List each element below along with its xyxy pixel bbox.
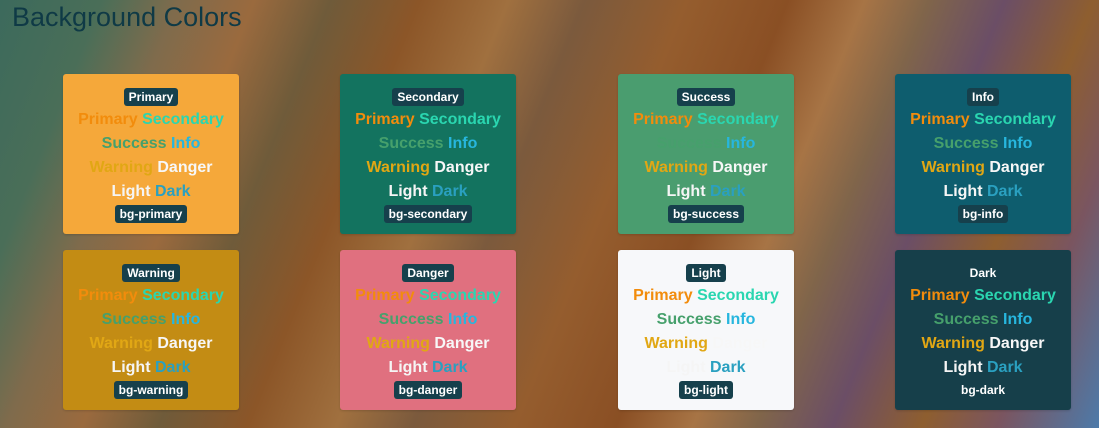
class-badge: bg-info: [957, 205, 1009, 223]
text-dark: Dark: [431, 359, 468, 376]
text-info: Info: [171, 135, 201, 152]
text-warning: Warning: [89, 159, 153, 176]
card-title-badge: Danger: [402, 264, 454, 282]
text-light: Light: [388, 183, 428, 200]
text-success: Success: [378, 311, 444, 328]
text-secondary: Secondary: [419, 111, 501, 128]
text-secondary: Secondary: [974, 287, 1056, 304]
text-danger: Danger: [157, 159, 213, 176]
text-success: Success: [101, 311, 167, 328]
class-badge: bg-danger: [393, 381, 463, 399]
text-primary: Primary: [78, 111, 138, 128]
text-success: Success: [101, 135, 167, 152]
text-dark: Dark: [986, 183, 1023, 200]
text-danger: Danger: [434, 159, 490, 176]
text-light: Light: [943, 183, 983, 200]
card-title-badge: Secondary: [392, 88, 464, 106]
class-badge: bg-secondary: [383, 205, 473, 223]
card-title-badge: Primary: [123, 88, 179, 106]
text-info: Info: [448, 311, 478, 328]
page-title: Background Colors: [12, 2, 242, 32]
text-success: Success: [656, 311, 722, 328]
text-light: Light: [388, 359, 428, 376]
card-danger: Danger Primary Secondary Success Info Wa…: [340, 250, 516, 410]
text-dark: Dark: [986, 359, 1023, 376]
text-success: Success: [933, 311, 999, 328]
text-info: Info: [448, 135, 478, 152]
card-title-badge: Light: [686, 264, 726, 282]
card-title-badge: Info: [967, 88, 999, 106]
text-warning: Warning: [644, 159, 708, 176]
text-dark: Dark: [154, 183, 191, 200]
text-primary: Primary: [910, 287, 970, 304]
text-secondary: Secondary: [697, 111, 779, 128]
text-info: Info: [171, 311, 201, 328]
text-dark: Dark: [431, 183, 468, 200]
text-danger: Danger: [989, 335, 1045, 352]
text-info: Info: [1003, 311, 1033, 328]
text-secondary: Secondary: [697, 287, 779, 304]
text-light: Light: [111, 359, 151, 376]
text-warning: Warning: [89, 335, 153, 352]
text-danger: Danger: [434, 335, 490, 352]
class-badge: bg-light: [679, 381, 733, 399]
text-primary: Primary: [78, 287, 138, 304]
text-danger: Danger: [712, 335, 768, 352]
card-warning: Warning Primary Secondary Success Info W…: [63, 250, 239, 410]
text-warning: Warning: [921, 159, 985, 176]
text-primary: Primary: [355, 111, 415, 128]
text-dark: Dark: [709, 359, 746, 376]
text-primary: Primary: [633, 111, 693, 128]
card-dark: Dark Primary Secondary Success Info Warn…: [895, 250, 1071, 410]
text-danger: Danger: [157, 335, 213, 352]
text-dark: Dark: [709, 183, 746, 200]
card-primary: Primary Primary Secondary Success Info W…: [63, 74, 239, 234]
text-warning: Warning: [366, 335, 430, 352]
text-warning: Warning: [921, 335, 985, 352]
text-dark: Dark: [154, 359, 191, 376]
text-secondary: Secondary: [419, 287, 501, 304]
text-success: Success: [933, 135, 999, 152]
text-secondary: Secondary: [142, 111, 224, 128]
class-badge: bg-success: [667, 205, 745, 223]
text-info: Info: [726, 311, 756, 328]
text-warning: Warning: [644, 335, 708, 352]
card-success: Success Primary Secondary Success Info W…: [618, 74, 794, 234]
card-title-badge: Warning: [122, 264, 180, 282]
text-danger: Danger: [712, 159, 768, 176]
text-primary: Primary: [910, 111, 970, 128]
class-badge: bg-primary: [114, 205, 188, 223]
text-warning: Warning: [366, 159, 430, 176]
class-badge: bg-warning: [113, 381, 189, 399]
card-title-badge: Success: [676, 88, 736, 106]
text-info: Info: [1003, 135, 1033, 152]
card-title-badge: Dark: [969, 266, 997, 280]
text-light: Light: [666, 359, 706, 376]
text-success: Success: [378, 135, 444, 152]
card-info: Info Primary Secondary Success Info Warn…: [895, 74, 1071, 234]
text-success: Success: [656, 135, 722, 152]
text-light: Light: [111, 183, 151, 200]
text-secondary: Secondary: [142, 287, 224, 304]
text-secondary: Secondary: [974, 111, 1056, 128]
class-badge: bg-dark: [960, 383, 1005, 397]
text-primary: Primary: [355, 287, 415, 304]
text-light: Light: [943, 359, 983, 376]
text-info: Info: [726, 135, 756, 152]
text-light: Light: [666, 183, 706, 200]
text-primary: Primary: [633, 287, 693, 304]
card-secondary: Secondary Primary Secondary Success Info…: [340, 74, 516, 234]
text-danger: Danger: [989, 159, 1045, 176]
card-light: Light Primary Secondary Success Info War…: [618, 250, 794, 410]
